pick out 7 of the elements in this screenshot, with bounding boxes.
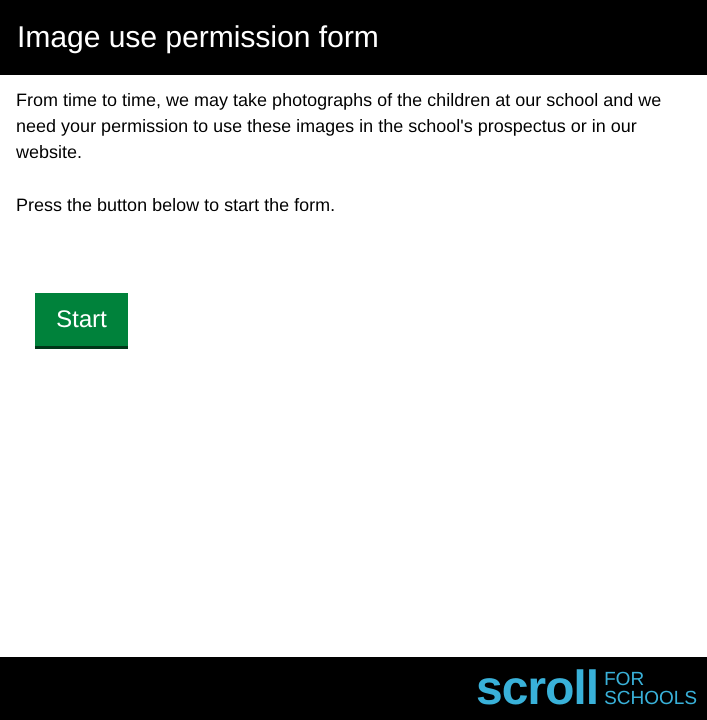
logo-tagline: FOR	[604, 670, 646, 688]
logo-wordmark: scroll	[476, 664, 598, 712]
logo-tagline: SCHOOLS	[604, 688, 697, 708]
intro-paragraph: Press the button below to start the form.	[16, 194, 336, 217]
intro-paragraph: From time to time, we may take photographs of the children at our school and we need your permission to use these images in the school's prospectus or in our website.	[16, 89, 662, 164]
page-title: Image use permission form	[17, 20, 379, 54]
start-button[interactable]: Start	[35, 293, 128, 346]
